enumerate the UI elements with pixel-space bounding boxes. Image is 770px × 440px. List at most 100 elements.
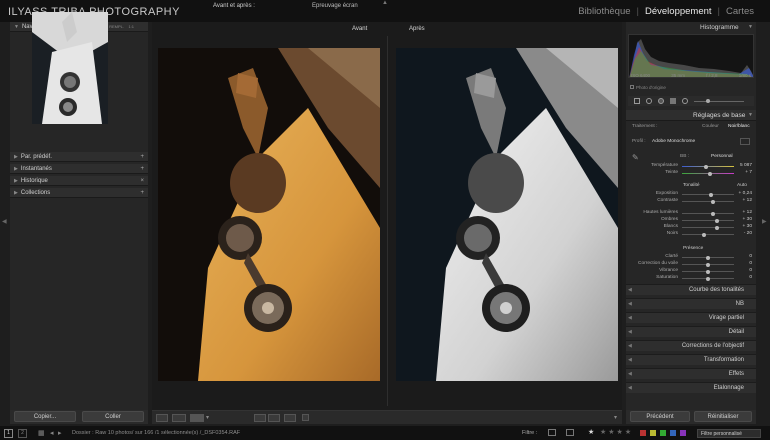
brush-slider-knob[interactable]: [706, 99, 710, 103]
exposure-slider[interactable]: [682, 192, 734, 197]
transform-panel[interactable]: ◀ Transformation: [626, 354, 756, 365]
module-library[interactable]: Bibliothèque: [572, 6, 636, 17]
soft-proof-checkbox[interactable]: [302, 414, 309, 421]
xy-view-button[interactable]: [172, 414, 186, 422]
star-rating-icon[interactable]: ★★★★: [600, 428, 633, 436]
highlights-value[interactable]: + 12: [736, 210, 752, 215]
dehaze-value[interactable]: 0: [736, 261, 752, 266]
navigator-thumbnail[interactable]: [32, 12, 108, 124]
saturation-value[interactable]: 0: [736, 275, 752, 280]
color-label-red-icon[interactable]: [640, 430, 646, 436]
clarity-slider[interactable]: [682, 255, 734, 260]
slider-knob[interactable]: [706, 255, 710, 260]
whites-value[interactable]: + 30: [736, 224, 752, 229]
shadows-slider[interactable]: [682, 218, 734, 223]
collections-panel[interactable]: ▶ Collections +: [10, 188, 148, 198]
slider-knob[interactable]: [711, 211, 715, 216]
right-panel-toggle-icon[interactable]: ▶: [762, 218, 767, 225]
white-balance-picker-icon[interactable]: ✎: [632, 153, 639, 162]
paste-button[interactable]: Coller: [82, 411, 144, 422]
crop-tool-icon[interactable]: [634, 98, 640, 104]
clarity-value[interactable]: 0: [736, 254, 752, 259]
color-label-yellow-icon[interactable]: [650, 430, 656, 436]
slider-knob[interactable]: [708, 171, 712, 176]
treatment-bw[interactable]: Noir/blanc: [728, 124, 750, 129]
original-photo-checkbox[interactable]: Photo d'origine: [630, 85, 666, 90]
effects-panel[interactable]: ◀ Effets: [626, 368, 756, 379]
zoom-1-1[interactable]: 1:1: [128, 22, 134, 32]
filmstrip-source-info[interactable]: Dossier : Raw 10 photos/ sur 166 /1 séle…: [72, 430, 240, 436]
filter-preset-dropdown[interactable]: Filtre personnalisé: [697, 429, 761, 438]
contrast-slider[interactable]: [682, 199, 734, 204]
vibrance-value[interactable]: 0: [736, 268, 752, 273]
split-toning-panel[interactable]: ◀ Virage partiel: [626, 312, 756, 323]
contrast-value[interactable]: + 12: [736, 198, 752, 203]
reset-button[interactable]: Réinitialiser: [694, 411, 752, 422]
color-label-purple-icon[interactable]: [680, 430, 686, 436]
slider-knob[interactable]: [702, 232, 706, 237]
monitor-2-button[interactable]: 2: [18, 429, 27, 438]
snapshots-panel[interactable]: ▶ Instantanés +: [10, 164, 148, 174]
slider-knob[interactable]: [706, 262, 710, 267]
previous-button[interactable]: Précédent: [630, 411, 690, 422]
copy-button[interactable]: Copier...: [14, 411, 76, 422]
clear-icon[interactable]: ×: [140, 176, 144, 186]
toolbar-chevron-icon[interactable]: ▾: [614, 414, 617, 421]
slider-knob[interactable]: [704, 164, 708, 169]
color-label-green-icon[interactable]: [660, 430, 666, 436]
color-label-blue-icon[interactable]: [670, 430, 676, 436]
flag-filter-icon[interactable]: [548, 429, 556, 436]
graduated-filter-icon[interactable]: [670, 98, 676, 104]
after-image[interactable]: [396, 48, 618, 381]
reject-filter-icon[interactable]: [566, 429, 574, 436]
module-develop[interactable]: Développement: [639, 6, 718, 17]
collapse-icon[interactable]: ▼: [748, 24, 753, 30]
swap-button[interactable]: [284, 414, 296, 422]
radial-filter-icon[interactable]: [682, 98, 688, 104]
exposure-value[interactable]: + 0,24: [736, 191, 752, 196]
tone-curve-panel[interactable]: ◀ Courbe des tonalités: [626, 284, 756, 295]
vibrance-slider[interactable]: [682, 269, 734, 274]
add-icon[interactable]: +: [140, 164, 144, 174]
lens-corrections-panel[interactable]: ◀ Corrections de l'objectif: [626, 340, 756, 351]
add-icon[interactable]: +: [140, 188, 144, 198]
bw-panel[interactable]: ◀ NB: [626, 298, 756, 309]
slider-knob[interactable]: [715, 218, 719, 223]
split-view-button[interactable]: [190, 414, 204, 422]
copy-after-before-button[interactable]: [268, 414, 280, 422]
histogram-title[interactable]: Histogramme: [700, 24, 739, 31]
profile-dropdown[interactable]: Adobe Monochrome: [652, 139, 695, 144]
whites-slider[interactable]: [682, 225, 734, 230]
presets-panel[interactable]: ▶ Par. prédéf. +: [10, 152, 148, 162]
forward-arrow-icon[interactable]: ▸: [58, 429, 62, 437]
back-arrow-icon[interactable]: ◂: [50, 429, 54, 437]
copy-before-after-button[interactable]: [254, 414, 266, 422]
histogram[interactable]: [628, 34, 754, 78]
star-rating-icon[interactable]: ★: [588, 428, 594, 436]
profile-browser-icon[interactable]: [740, 138, 750, 145]
left-panel-toggle-icon[interactable]: ◀: [2, 218, 7, 225]
calibration-panel[interactable]: ◀ Etalonnage: [626, 382, 756, 393]
wb-dropdown[interactable]: Personnal: [711, 154, 733, 159]
top-panel-toggle-icon[interactable]: ▲: [382, 0, 388, 6]
grid-view-icon[interactable]: ▦: [38, 429, 45, 437]
dropdown-chevron-icon[interactable]: ▾: [206, 414, 209, 421]
temp-value[interactable]: 5 087: [736, 163, 752, 168]
treatment-color[interactable]: Couleur: [702, 124, 719, 129]
brush-slider[interactable]: [694, 101, 744, 102]
slider-knob[interactable]: [715, 225, 719, 230]
red-eye-icon[interactable]: [658, 98, 664, 104]
add-icon[interactable]: +: [140, 152, 144, 162]
temp-slider[interactable]: [682, 164, 734, 169]
spot-removal-icon[interactable]: [646, 98, 652, 104]
module-map[interactable]: Cartes: [720, 6, 760, 17]
dehaze-slider[interactable]: [682, 262, 734, 267]
slider-knob[interactable]: [709, 192, 713, 197]
tone-auto-button[interactable]: Auto: [737, 183, 747, 188]
highlights-slider[interactable]: [682, 211, 734, 216]
tint-value[interactable]: + 7: [736, 170, 752, 175]
blacks-value[interactable]: - 20: [736, 231, 752, 236]
collapse-icon[interactable]: ▼: [748, 112, 753, 118]
zoom-fill[interactable]: REMPL.: [109, 22, 124, 32]
slider-knob[interactable]: [706, 269, 710, 274]
